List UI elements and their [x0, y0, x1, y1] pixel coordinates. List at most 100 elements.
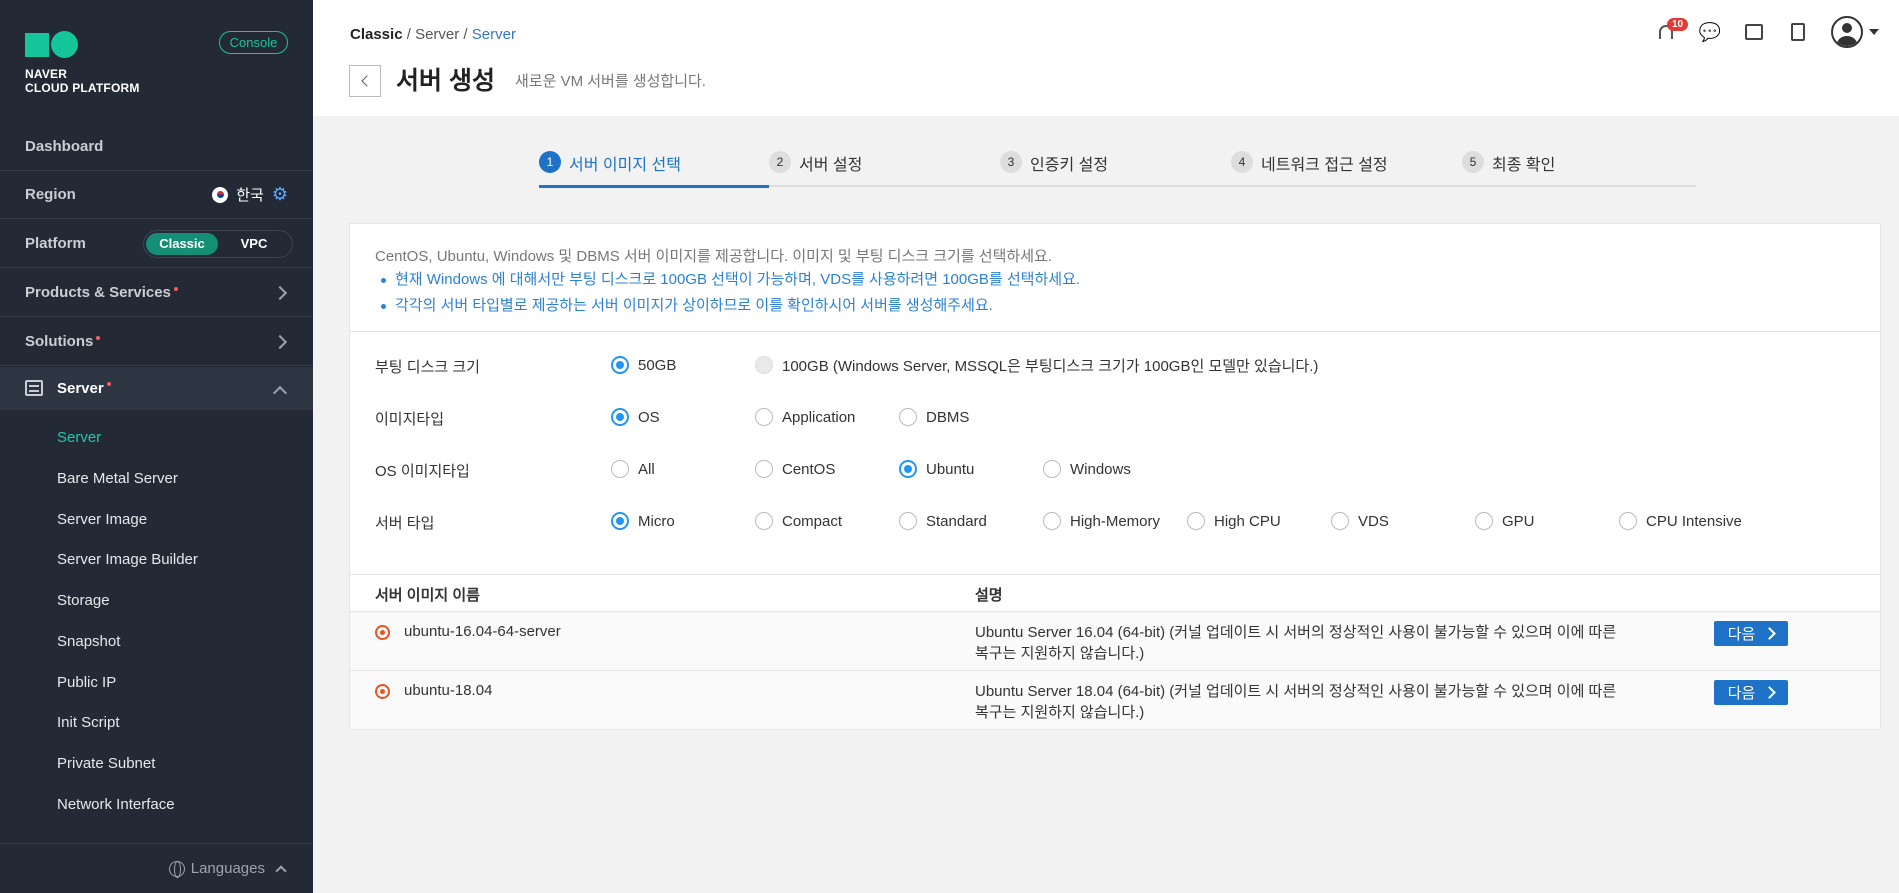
sidebar-item-label: Server — [57, 379, 104, 397]
active-step-underline — [539, 185, 769, 188]
sidebar-item-server[interactable]: Server — [0, 367, 313, 410]
radio-image-os[interactable]: OS — [611, 406, 660, 428]
sidebar-item-label: Dashboard — [25, 138, 104, 155]
radio-type-micro[interactable]: Micro — [611, 510, 675, 532]
boot-disk-row: 부팅 디스크 크기 50GB 100GB (Windows Server, MS… — [375, 354, 1855, 376]
radio-os-centos[interactable]: CentOS — [755, 458, 835, 480]
step-5: 5 최종 확인 — [1462, 151, 1555, 187]
next-button[interactable]: 다음 — [1714, 680, 1788, 705]
server-image-panel: CentOS, Ubuntu, Windows 및 DBMS 서버 이미지를 제… — [349, 223, 1881, 730]
sidebar-sub-server-image[interactable]: Server Image — [57, 511, 147, 528]
sidebar-sub-server[interactable]: Server — [57, 429, 101, 446]
table-row[interactable]: ubuntu-18.04 Ubuntu Server 18.04 (64-bit… — [350, 671, 1880, 730]
globe-icon — [168, 860, 185, 878]
image-name: ubuntu-16.04-64-server — [404, 623, 561, 640]
sidebar-sub-server-image-builder[interactable]: Server Image Builder — [57, 551, 198, 568]
chat-icon[interactable]: 💬 — [1699, 21, 1721, 43]
sidebar-item-solutions[interactable]: Solutions — [0, 318, 313, 366]
memo-icon[interactable] — [1743, 21, 1765, 43]
step-4: 4 네트워크 접근 설정 — [1231, 151, 1388, 187]
column-header-description: 설명 — [975, 587, 1003, 604]
ncp-logo-icon — [25, 31, 140, 58]
step-2: 2 서버 설정 — [769, 151, 862, 187]
sidebar-sub-private-subnet[interactable]: Private Subnet — [57, 755, 155, 772]
page-title: 서버 생성 — [396, 67, 495, 95]
breadcrumb-item[interactable]: Server — [415, 26, 459, 43]
step-3: 3 인증키 설정 — [1000, 151, 1108, 187]
step-1[interactable]: 1 서버 이미지 선택 — [539, 151, 681, 187]
breadcrumb: Classic / Server / Server — [350, 26, 516, 43]
platform-label: Platform — [25, 235, 86, 252]
languages-label: Languages — [190, 860, 265, 877]
platform-toggle[interactable]: Classic VPC — [143, 229, 293, 258]
radio-boot-50gb[interactable]: 50GB — [611, 354, 676, 376]
korea-flag-icon — [212, 186, 229, 203]
image-description: Ubuntu Server 16.04 (64-bit) (커널 업데이트 시 … — [975, 624, 1617, 662]
console-button[interactable]: Console — [219, 31, 288, 54]
step-label: 네트워크 접근 설정 — [1261, 157, 1388, 174]
chevron-down-icon[interactable] — [1869, 29, 1879, 35]
radio-type-standard[interactable]: Standard — [899, 510, 987, 532]
radio-type-cpu-intensive[interactable]: CPU Intensive — [1619, 510, 1742, 532]
platform-option-classic[interactable]: Classic — [146, 232, 218, 255]
image-description: Ubuntu Server 18.04 (64-bit) (커널 업데이트 시 … — [975, 683, 1617, 721]
chevron-right-icon — [272, 334, 288, 349]
gear-icon[interactable]: ⚙ — [272, 184, 288, 205]
page-description: 새로운 VM 서버를 생성합니다. — [515, 73, 706, 90]
info-icon[interactable] — [1787, 21, 1809, 43]
sidebar-sub-init-script[interactable]: Init Script — [57, 714, 120, 731]
sidebar-item-region: Region 한국 ⚙ — [0, 171, 313, 219]
radio-os-windows[interactable]: Windows — [1043, 458, 1131, 480]
step-label: 서버 이미지 선택 — [569, 157, 681, 174]
chevron-right-icon — [272, 285, 288, 300]
radio-image-application[interactable]: Application — [755, 406, 855, 428]
brand-logo[interactable]: NAVER CLOUD PLATFORM — [25, 31, 140, 95]
header-toolbar: 10 💬 — [1655, 16, 1879, 48]
back-button[interactable] — [349, 65, 381, 97]
platform-option-vpc[interactable]: VPC — [218, 233, 290, 255]
image-type-label: 이미지타입 — [375, 411, 445, 428]
sidebar-sub-storage[interactable]: Storage — [57, 592, 110, 609]
radio-os-ubuntu[interactable]: Ubuntu — [899, 458, 974, 480]
radio-type-gpu[interactable]: GPU — [1475, 510, 1535, 532]
image-table-header: 서버 이미지 이름 설명 — [350, 574, 1880, 612]
os-image-type-row: OS 이미지타입 All CentOS Ubuntu Windows — [375, 458, 1855, 480]
image-name: ubuntu-18.04 — [404, 682, 493, 699]
ubuntu-icon — [375, 684, 390, 699]
notice-bullet: 각각의 서버 타입별로 제공하는 서버 이미지가 상이하므로 이를 확인하시어 … — [381, 295, 1080, 317]
region-value: 한국 — [236, 187, 264, 204]
breadcrumb-item[interactable]: Classic — [350, 26, 403, 43]
radio-image-dbms[interactable]: DBMS — [899, 406, 969, 428]
page-header: Classic / Server / Server 서버 생성 새로운 VM 서… — [313, 0, 1899, 116]
notice-intro: CentOS, Ubuntu, Windows 및 DBMS 서버 이미지를 제… — [375, 248, 1052, 265]
step-indicator: 1 서버 이미지 선택 2 서버 설정 3 인증키 설정 4 네트워크 접근 설… — [539, 151, 1696, 188]
languages-button[interactable]: Languages — [0, 843, 313, 893]
radio-os-all[interactable]: All — [611, 458, 655, 480]
radio-type-high-memory[interactable]: High-Memory — [1043, 510, 1160, 532]
table-row[interactable]: ubuntu-16.04-64-server Ubuntu Server 16.… — [350, 612, 1880, 671]
os-image-type-label: OS 이미지타입 — [375, 463, 470, 480]
step-label: 최종 확인 — [1492, 157, 1556, 174]
notification-bell-icon[interactable]: 10 — [1655, 18, 1689, 43]
notice-bullet: 현재 Windows 에 대해서만 부팅 디스크로 100GB 선택이 가능하며… — [381, 269, 1080, 291]
new-dot-icon — [173, 286, 178, 291]
sidebar: NAVER CLOUD PLATFORM Console Dashboard R… — [0, 0, 313, 893]
sidebar-item-products[interactable]: Products & Services — [0, 269, 313, 317]
avatar[interactable] — [1831, 16, 1863, 48]
server-type-label: 서버 타입 — [375, 515, 435, 532]
radio-type-vds[interactable]: VDS — [1331, 510, 1389, 532]
radio-type-compact[interactable]: Compact — [755, 510, 842, 532]
sidebar-sub-snapshot[interactable]: Snapshot — [57, 633, 120, 650]
sidebar-item-dashboard[interactable]: Dashboard — [0, 123, 313, 171]
new-dot-icon — [96, 335, 101, 340]
radio-type-high-cpu[interactable]: High CPU — [1187, 510, 1281, 532]
sidebar-sub-bare-metal-server[interactable]: Bare Metal Server — [57, 470, 178, 487]
region-selector[interactable]: 한국 ⚙ — [212, 184, 288, 205]
sidebar-sub-public-ip[interactable]: Public IP — [57, 674, 116, 691]
notice-box: CentOS, Ubuntu, Windows 및 DBMS 서버 이미지를 제… — [375, 246, 1080, 321]
chevron-up-icon — [272, 385, 288, 401]
new-dot-icon — [106, 382, 111, 386]
notification-count-badge: 10 — [1667, 18, 1689, 31]
next-button[interactable]: 다음 — [1714, 621, 1788, 646]
sidebar-sub-network-interface[interactable]: Network Interface — [57, 796, 175, 813]
